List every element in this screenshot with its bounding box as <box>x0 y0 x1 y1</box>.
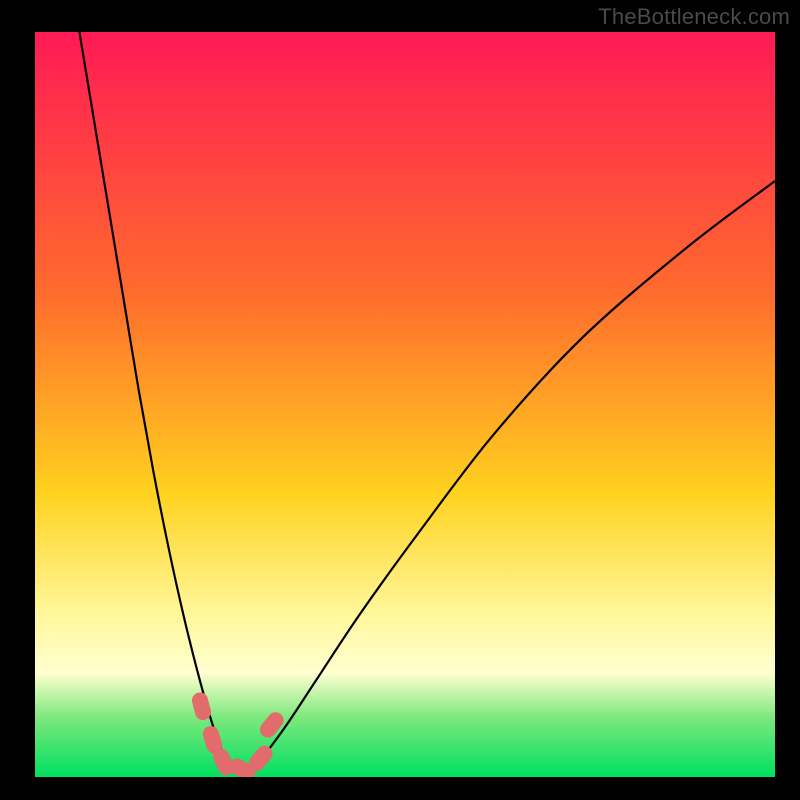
gradient-background <box>35 32 775 777</box>
chart-frame: TheBottleneck.com <box>0 0 800 800</box>
bottleneck-chart <box>35 32 775 777</box>
watermark-text: TheBottleneck.com <box>598 4 790 30</box>
